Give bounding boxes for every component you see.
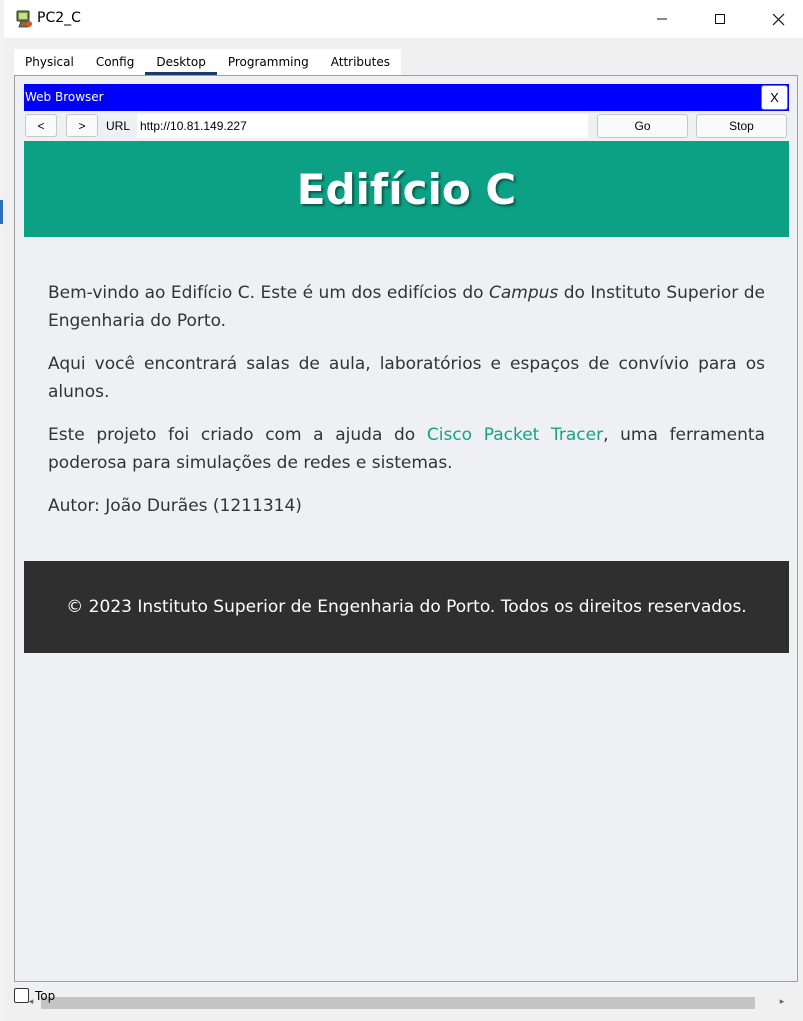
page-content: Bem-vindo ao Edifício C. Este é um dos e… (24, 237, 789, 520)
top-checkbox-label: Top (35, 988, 56, 1003)
intro-text-start: Bem-vindo ao Edifício C. Este é um dos e… (48, 283, 489, 303)
cisco-packet-tracer-link[interactable]: Cisco Packet Tracer (427, 425, 603, 445)
go-button[interactable]: Go (597, 114, 688, 138)
maximize-button[interactable] (692, 0, 748, 38)
project-text-start: Este projeto foi criado com a ajuda do (48, 425, 427, 445)
scroll-right-arrow-icon[interactable]: ▸ (775, 993, 789, 1009)
project-paragraph: Este projeto foi criado com a ajuda do C… (48, 421, 765, 477)
tab-desktop[interactable]: Desktop (145, 49, 217, 75)
web-browser-close-button[interactable]: X (761, 85, 788, 110)
url-input[interactable] (137, 114, 588, 138)
tab-physical[interactable]: Physical (14, 49, 85, 75)
tab-attributes[interactable]: Attributes (320, 49, 401, 75)
horizontal-scrollbar[interactable]: ◂ ▸ (24, 991, 789, 1011)
minimize-icon (657, 18, 667, 20)
campus-emphasis: Campus (488, 283, 559, 303)
page-title: Edifício C (296, 164, 517, 214)
background-window-accent (0, 200, 3, 224)
title-bar: PC2_C (4, 0, 803, 38)
forward-button[interactable]: > (66, 114, 98, 137)
facilities-paragraph: Aqui você encontrará salas de aula, labo… (48, 354, 765, 402)
window-body: Physical Config Desktop Programming Attr… (4, 38, 803, 1021)
footer-text: © 2023 Instituto Superior de Engenharia … (66, 597, 747, 617)
minimize-button[interactable] (634, 0, 690, 38)
scrollbar-thumb[interactable] (41, 997, 755, 1009)
web-page: Edifício C Bem-vindo ao Edifício C. Este… (24, 141, 789, 653)
desktop-panel: Web Browser X < > URL Go Stop Edifício C… (14, 75, 798, 1009)
stop-button[interactable]: Stop (696, 114, 787, 138)
tab-strip: Physical Config Desktop Programming Attr… (14, 49, 401, 75)
maximize-icon (715, 14, 725, 24)
author-line: Autor: João Durães (1211314) (48, 496, 302, 516)
tab-config[interactable]: Config (85, 49, 146, 75)
tab-programming[interactable]: Programming (217, 49, 320, 75)
url-label: URL (106, 119, 131, 133)
intro-paragraph: Bem-vindo ao Edifício C. Este é um dos e… (48, 279, 765, 335)
page-footer: © 2023 Instituto Superior de Engenharia … (24, 561, 789, 653)
web-browser-titlebar: Web Browser X (24, 84, 789, 111)
close-icon (772, 13, 784, 25)
top-checkbox[interactable] (14, 988, 29, 1003)
back-button[interactable]: < (25, 114, 57, 137)
web-browser-title: Web Browser (25, 90, 104, 104)
top-option: Top (14, 988, 55, 1003)
page-header: Edifício C (24, 141, 789, 237)
address-bar: < > URL Go Stop (24, 111, 789, 139)
packet-tracer-pc-icon (16, 10, 32, 28)
close-button[interactable] (750, 0, 803, 38)
window-title: PC2_C (37, 10, 81, 26)
